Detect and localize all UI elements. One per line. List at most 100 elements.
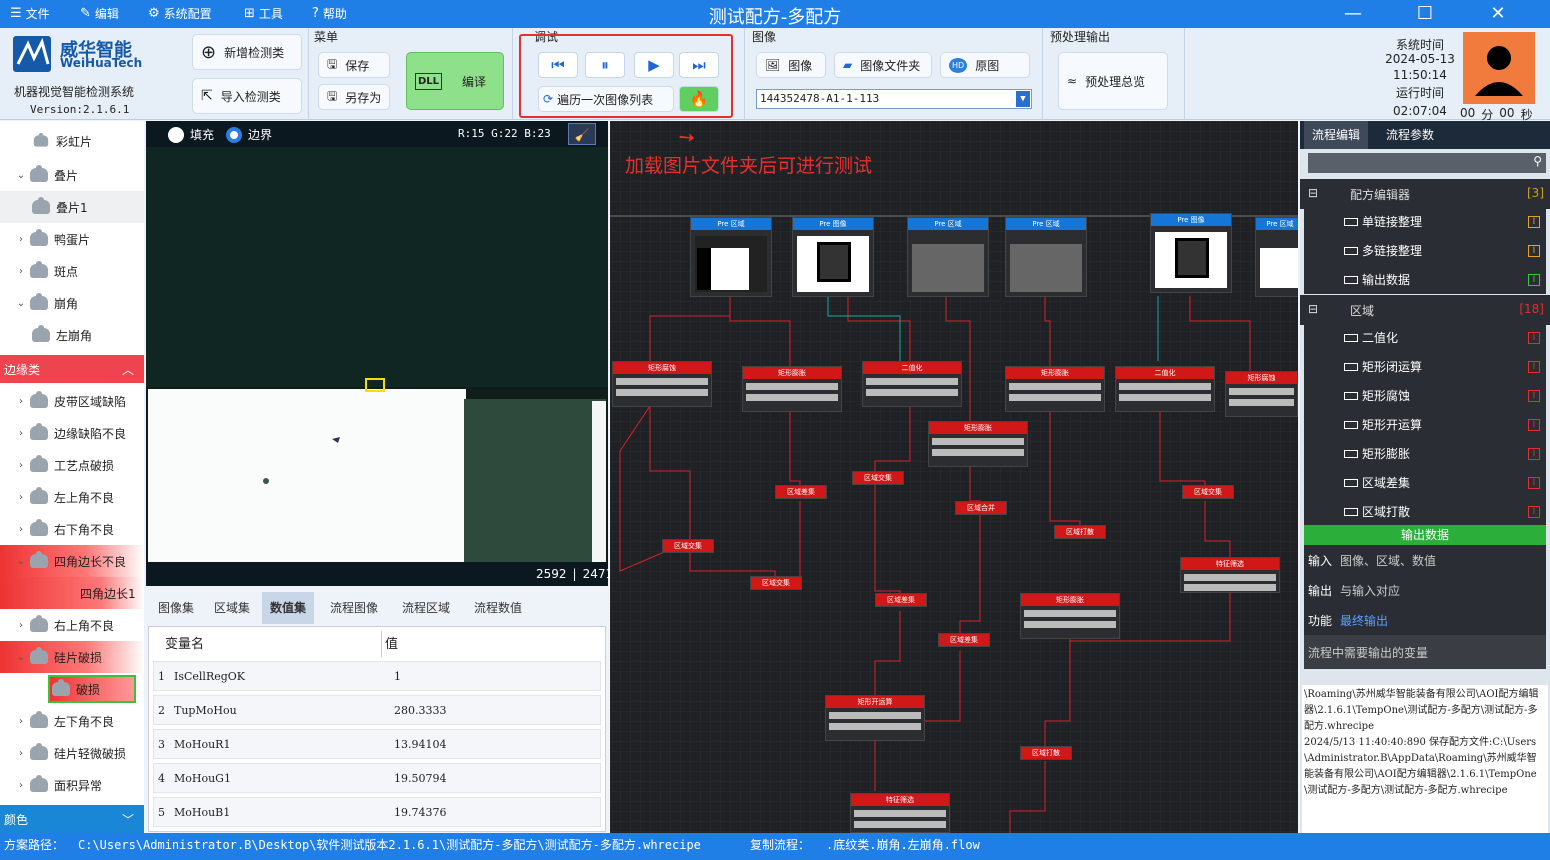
category-color[interactable]: 颜色 ﹀ xyxy=(0,805,144,833)
flow-node[interactable]: 二值化 xyxy=(1115,366,1215,412)
tool-item[interactable]: 多链接整理 I xyxy=(1304,236,1546,265)
menu-config[interactable]: ⚙ 系统配置 xyxy=(148,5,212,22)
flow-node[interactable]: Pre 区域 xyxy=(1005,217,1087,297)
tool-item[interactable]: 输出数据 I xyxy=(1304,265,1546,294)
image-folder-button[interactable]: ▰ 图像文件夹 xyxy=(834,52,932,78)
category-edge[interactable]: 边缘类 ︿ xyxy=(0,355,144,383)
tree-item[interactable]: ⌄ 四角边长不良 xyxy=(0,545,144,577)
tab-flow-params[interactable]: 流程参数 xyxy=(1378,121,1442,149)
tree-item[interactable]: 彩虹片 xyxy=(0,125,144,157)
tab-flow-value[interactable]: 流程数值 xyxy=(466,592,530,624)
tool-item[interactable]: 矩形闭运算 I xyxy=(1304,352,1546,381)
menu-file[interactable]: ☰ 文件 xyxy=(10,5,50,22)
image-button[interactable]: 🖼 图像 xyxy=(756,52,826,78)
tree-item[interactable]: › 工艺点破损 xyxy=(0,449,144,481)
tool-item[interactable]: 矩形腐蚀 I xyxy=(1304,381,1546,410)
tree-item[interactable]: › 右上角不良 xyxy=(0,609,144,641)
tool-item[interactable]: 矩形开运算 I xyxy=(1304,410,1546,439)
menu-edit[interactable]: ✎ 编辑 xyxy=(80,5,119,22)
tool-item[interactable]: 区域打散 I xyxy=(1304,497,1546,526)
flow-node[interactable]: 矩形开运算 xyxy=(825,695,925,741)
tab-flow-edit[interactable]: 流程编辑 xyxy=(1304,121,1369,149)
table-row[interactable]: 3 MoHouR1 13.94104 xyxy=(153,729,601,759)
border-radio[interactable]: 边界 xyxy=(226,126,272,143)
group-region[interactable]: ⊟ 区域 [18] xyxy=(1300,295,1550,325)
flow-node[interactable]: Pre 区域 xyxy=(907,217,989,297)
tool-item[interactable]: 区域差集 I xyxy=(1304,468,1546,497)
image-viewer[interactable] xyxy=(146,121,608,586)
flow-node[interactable]: 区域交集 xyxy=(750,576,802,590)
flow-node[interactable]: 矩形膨胀 xyxy=(742,366,842,412)
flow-node[interactable]: 区域差集 xyxy=(875,593,927,607)
flow-node[interactable]: Pre 区域 xyxy=(1255,217,1298,297)
tool-item[interactable]: 二值化 I xyxy=(1304,323,1546,352)
flow-node[interactable]: 区域差集 xyxy=(938,633,990,647)
tree-item[interactable]: › 皮带区域缺陷 xyxy=(0,385,144,417)
flow-node[interactable]: 区域交集 xyxy=(1182,485,1234,499)
compile-button[interactable]: DLL 编译 xyxy=(406,52,504,110)
maximize-button[interactable]: ☐ xyxy=(1405,2,1445,26)
tree-item[interactable]: › 鸭蛋片 xyxy=(0,223,144,255)
table-row[interactable]: 2 TupMoHou 280.3333 xyxy=(153,695,601,725)
flow-node[interactable]: Pre 图像 xyxy=(792,217,874,297)
tab-region-set[interactable]: 区域集 xyxy=(206,592,258,624)
tool-item[interactable]: 矩形膨胀 I xyxy=(1304,439,1546,468)
tree-item[interactable]: › 边缘缺陷不良 xyxy=(0,417,144,449)
search-input[interactable]: ⚲ xyxy=(1308,153,1546,173)
flow-node[interactable]: Pre 图像 xyxy=(1150,213,1232,293)
flow-node[interactable]: 矩形腐蚀 xyxy=(612,361,712,407)
flow-node[interactable]: 区域差集 xyxy=(775,485,827,499)
flow-node[interactable]: 二值化 xyxy=(862,361,962,407)
tree-item[interactable]: › 面积异常 xyxy=(0,769,144,801)
tree-item[interactable]: › 硅片轻微破损 xyxy=(0,737,144,769)
menu-tools[interactable]: ⊞ 工具 xyxy=(244,5,283,22)
flow-node[interactable]: 特征筛选 xyxy=(850,793,950,833)
add-class-button[interactable]: ⊕ 新增检测类 xyxy=(192,34,302,70)
tab-image-set[interactable]: 图像集 xyxy=(150,592,202,624)
original-button[interactable]: HD 原图 xyxy=(940,52,1030,78)
tree-item-selected[interactable]: 破损 xyxy=(0,673,144,705)
import-class-button[interactable]: ⇱ 导入检测类 xyxy=(192,78,302,114)
tool-item[interactable]: 单链接整理 I xyxy=(1304,207,1546,236)
flow-node[interactable]: 区域合并 xyxy=(955,501,1007,515)
pre-overview-button[interactable]: ≈ 预处理总览 xyxy=(1058,52,1168,110)
table-row[interactable]: 4 MoHouG1 19.50794 xyxy=(153,763,601,793)
flow-canvas[interactable]: 加载图片文件夹后可进行测试 ➘ Pre 区域 Pre 图像 Pre 区域 Pre… xyxy=(610,121,1298,833)
tree-item[interactable]: 叠片1 xyxy=(0,191,144,223)
tree-item[interactable]: ⌄ 叠片 xyxy=(0,159,144,191)
minimize-button[interactable]: — xyxy=(1333,2,1373,26)
flow-node[interactable]: Pre 区域 xyxy=(690,217,772,297)
tree-item[interactable]: › 右下角不良 xyxy=(0,513,144,545)
flow-node[interactable]: 区域交集 xyxy=(662,539,714,553)
flow-node[interactable]: 矩形膨胀 xyxy=(1005,366,1105,412)
user-avatar[interactable] xyxy=(1463,32,1535,104)
flow-node[interactable]: 矩形腐蚀 xyxy=(1225,371,1298,417)
flow-node[interactable]: 矩形膨胀 xyxy=(928,421,1028,467)
table-row[interactable]: 5 MoHouB1 19.74376 xyxy=(153,797,601,827)
close-button[interactable]: ✕ xyxy=(1478,2,1518,26)
inspection-image xyxy=(146,147,608,562)
tree-item[interactable]: 左崩角 xyxy=(0,319,144,351)
menu-help[interactable]: ? 帮助 xyxy=(312,5,347,22)
tree-item[interactable]: › 左下角不良 xyxy=(0,705,144,737)
tree-item[interactable]: › 斑点 xyxy=(0,255,144,287)
tab-flow-region[interactable]: 流程区域 xyxy=(394,592,458,624)
flow-node[interactable]: 区域打散 xyxy=(1020,746,1072,760)
tree-item[interactable]: 四角边长1 xyxy=(0,577,144,609)
save-button[interactable]: 🖫 保存 xyxy=(318,52,390,78)
tab-value-set[interactable]: 数值集 xyxy=(262,592,315,624)
clear-brush-button[interactable]: 🧹 xyxy=(568,123,596,145)
save-as-button[interactable]: 🖫 另存为 xyxy=(318,84,390,110)
tab-flow-image[interactable]: 流程图像 xyxy=(322,592,386,624)
fill-radio[interactable]: 填充 xyxy=(168,126,214,143)
table-row[interactable]: 1 IsCellRegOK 1 xyxy=(153,661,601,691)
flow-node[interactable]: 特征筛选 xyxy=(1180,557,1280,593)
flow-node[interactable]: 区域打散 xyxy=(1054,525,1106,539)
tree-item[interactable]: ⌄ 硅片破损 xyxy=(0,641,144,673)
image-select[interactable]: 144352478-A1-1-113 ▼ xyxy=(756,89,1032,109)
tree-item[interactable]: › 左上角不良 xyxy=(0,481,144,513)
flow-node[interactable]: 矩形膨胀 xyxy=(1020,593,1120,639)
flow-node[interactable]: 区域交集 xyxy=(852,471,904,485)
group-editor[interactable]: ⊟ 配方编辑器 [3] xyxy=(1300,179,1550,209)
tree-item[interactable]: ⌄ 崩角 xyxy=(0,287,144,319)
